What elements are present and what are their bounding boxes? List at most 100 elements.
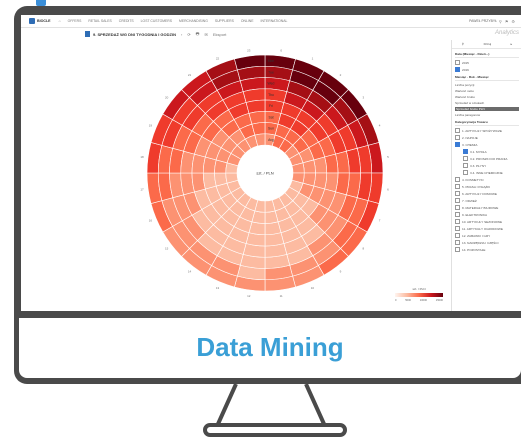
list-item[interactable]: Liczba pozycji [455, 83, 519, 87]
menu-item-credits[interactable]: CREDITS [119, 19, 134, 23]
tree-item[interactable]: 14. POZOSTAŁE [455, 247, 519, 252]
menu-item-retail-sales[interactable]: RETAIL SALES [88, 19, 111, 23]
tree-item[interactable]: 3.3. PŁYNY [463, 163, 519, 168]
panel-header-label: Filtruj [483, 42, 492, 46]
sector-label: 0 [280, 48, 282, 52]
ring-label: Mon [268, 59, 275, 63]
checkbox[interactable] [455, 219, 460, 224]
back-button[interactable]: ‹ [181, 32, 182, 37]
checkbox[interactable] [455, 135, 460, 140]
checkbox[interactable] [455, 205, 460, 210]
checkbox[interactable] [455, 198, 460, 203]
settings-icon[interactable]: ⚙ [511, 19, 515, 24]
list-item[interactable]: 2016 [455, 67, 519, 72]
logo-icon [29, 18, 35, 24]
sector-label: 6 [387, 187, 389, 191]
ring-label: Sun [268, 127, 274, 131]
list-item[interactable]: 2015 [455, 60, 519, 65]
menu-item-lost-customers[interactable]: LOST CUSTOMERS [141, 19, 172, 23]
menu-item-offers[interactable]: OFFERS [68, 19, 82, 23]
filter-icon[interactable]: ⚲ [462, 42, 464, 46]
checkbox[interactable] [463, 149, 468, 154]
ring-label: Tue [268, 70, 274, 74]
checkbox[interactable] [455, 177, 460, 182]
menu-item-online[interactable]: ONLINE [241, 19, 254, 23]
checkbox[interactable] [455, 240, 460, 245]
flag-icon[interactable]: ⚑ [505, 19, 509, 24]
tree-item[interactable]: 3.4. INNE CHEMICZNE [463, 170, 519, 175]
sector-label: 10 [311, 286, 315, 290]
print-button[interactable]: 🖶 [196, 31, 200, 38]
checkbox[interactable] [455, 60, 460, 65]
checkbox[interactable] [455, 212, 460, 217]
checkbox[interactable] [455, 142, 460, 147]
chart-area: Mon Tue Wed Thu Fri Sat Sun Avg 0 1 2 3 4 5 6 7 8 9 10 11 12… [21, 40, 451, 311]
user-name[interactable]: PAWEŁ PRZYBYŁ [469, 19, 497, 23]
tree-item[interactable]: 8. MATERIAŁY BIUROWE [455, 205, 519, 210]
sector-label: 4 [379, 124, 381, 128]
top-icons: ⚲ ⚑ ⚙ [499, 19, 515, 24]
menu-item-suppliers[interactable]: SUPPLIERS [215, 19, 234, 23]
sector-label: 9 [340, 270, 342, 274]
refresh-button[interactable]: ⟳ [187, 32, 190, 37]
app-logo[interactable]: BIOCLE [29, 18, 51, 24]
sector-label: 15 [165, 247, 169, 251]
tree-item[interactable]: 11. ARTYKUŁY OGRODOWE [455, 226, 519, 231]
sector-label: 1 [312, 57, 314, 61]
legend-tick: 15000 [435, 299, 443, 302]
sector-label: 11 [280, 294, 283, 298]
sector-label: 12 [247, 294, 251, 298]
checkbox[interactable] [455, 233, 460, 238]
monitor-stand [203, 384, 347, 437]
section-title[interactable]: Data (Miesiąc - Dzień...) [455, 52, 519, 58]
tree-item[interactable]: 3.1. MYDŁA [463, 149, 519, 154]
section-title[interactable]: Miesiąc - Rok - Miesiąc [455, 75, 519, 81]
sector-label: 18 [140, 155, 144, 159]
sector-label: 23 [247, 48, 251, 52]
tree-item[interactable]: 13. NARZĘDZIA I CZĘŚCI [455, 240, 519, 245]
list-item[interactable]: Wartość brutto [455, 95, 519, 99]
app-screen: BIOCLE ⌂ OFFERS RETAIL SALES CREDITS LOS… [21, 15, 521, 311]
legend-color-scale [395, 293, 443, 297]
checkbox[interactable] [455, 191, 460, 196]
tree-item[interactable]: 12. ZABAWKI I GRY [455, 233, 519, 238]
expand-icon[interactable]: ▸ [511, 42, 513, 46]
home-icon[interactable]: ⌂ [59, 19, 61, 23]
section-title[interactable]: Kategoryzacja Towaru [455, 120, 519, 126]
ring-label: Avg [268, 138, 274, 142]
tree-item[interactable]: 7. ODZIEŻ [455, 198, 519, 203]
checkbox[interactable] [463, 170, 468, 175]
tree-item[interactable]: 4. KOSMETYKI [455, 177, 519, 182]
tree-item[interactable]: 5. PRASA I KSIĄŻKI [455, 184, 519, 189]
sector-label: 21 [188, 73, 192, 77]
menu-item-merchandising[interactable]: MERCHANDISING [179, 19, 208, 23]
tree-item[interactable]: 1. ARTYKUŁY SPOŻYWCZE [455, 128, 519, 133]
tree-item[interactable]: 9. ELEKTRONIKA [455, 212, 519, 217]
checkbox[interactable] [455, 226, 460, 231]
monitor-illustration: BIOCLE ⌂ OFFERS RETAIL SALES CREDITS LOS… [0, 0, 521, 441]
tree-item[interactable]: 3.2. PROSZKI DO PRANIA [463, 156, 519, 161]
ring-label: Fri [269, 104, 273, 108]
checkbox[interactable] [455, 184, 460, 189]
list-item[interactable]: Wartość netto [455, 89, 519, 93]
list-item-selected[interactable]: Sprzedaż brutto PLN [455, 107, 519, 111]
center-label: szt. / PLN [256, 171, 273, 176]
menu-item-international[interactable]: INTERNATIONAL [261, 19, 288, 23]
checkbox[interactable] [455, 128, 460, 133]
checkbox[interactable] [455, 67, 460, 72]
checkbox[interactable] [463, 156, 468, 161]
legend-tick: 10000 [419, 299, 427, 302]
tree-item[interactable]: 2. NAPOJE [455, 135, 519, 140]
share-button[interactable]: ✉ [204, 32, 207, 37]
sector-label: 2 [340, 73, 342, 77]
search-icon[interactable]: ⚲ [499, 19, 502, 24]
checkbox[interactable] [463, 163, 468, 168]
checkbox[interactable] [455, 247, 460, 252]
export-button[interactable]: Eksport [213, 32, 227, 37]
list-item[interactable]: Sprzedaż w sztukach [455, 101, 519, 105]
report-title-bar: 9. SPRZEDAŻ WG DNI TYGODNIA I GODZIN ‹ ⟳… [21, 28, 451, 40]
tree-item[interactable]: 3. CHEMIA [455, 142, 519, 147]
list-item[interactable]: Liczba paragonów [455, 113, 519, 117]
tree-item[interactable]: 6. ARTYKUŁY DOMOWE [455, 191, 519, 196]
tree-item[interactable]: 10. ARTYKUŁY SEZONOWE [455, 219, 519, 224]
